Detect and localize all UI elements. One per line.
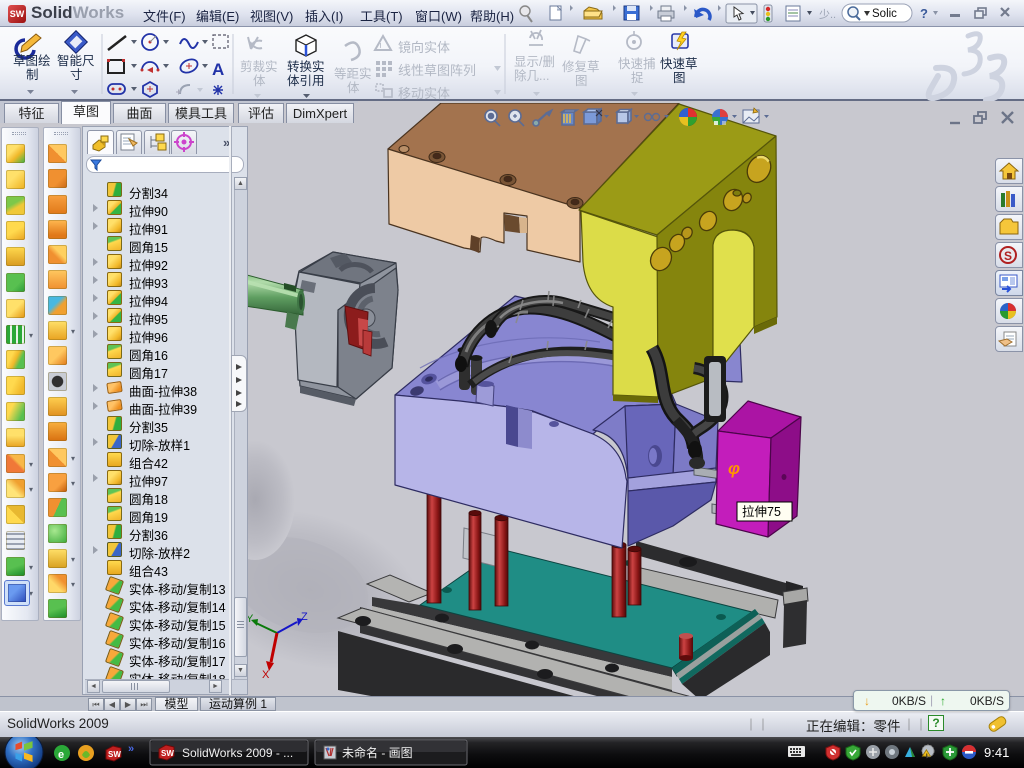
svg-text:快速草: 快速草 [660,57,698,71]
svg-text:?: ? [920,6,928,21]
svg-text:未命名 - 画图: 未命名 - 画图 [342,745,413,760]
svg-text:图: 图 [673,71,686,85]
svg-text:显示/删: 显示/删 [514,55,555,69]
svg-text:草图绘: 草图绘 [13,53,51,68]
svg-text:图: 图 [575,74,588,88]
svg-text:转换实: 转换实 [287,59,325,74]
svg-text:!: ! [926,754,928,761]
svg-text:9:41: 9:41 [984,745,1009,760]
svg-text:捉: 捉 [631,70,644,85]
svg-text:修复草: 修复草 [562,59,600,74]
svg-text:剪裁实: 剪裁实 [240,59,278,74]
svg-text:等距实: 等距实 [334,66,372,81]
svg-text:SolidWorks 2009 - ...: SolidWorks 2009 - ... [182,746,293,760]
svg-text:X: X [262,669,270,681]
svg-text:镜向实体: 镜向实体 [398,40,450,55]
svg-text:少..: 少.. [819,8,836,21]
svg-text:体: 体 [347,81,360,95]
svg-text:!: ! [379,42,382,53]
svg-text:智能尺: 智能尺 [57,53,95,68]
svg-text:Solic: Solic [872,8,897,20]
svg-text:SW: SW [108,750,121,759]
svg-text:Z: Z [301,611,308,623]
svg-text:e: e [58,749,64,761]
svg-text:寸: 寸 [70,68,83,82]
svg-text:制: 制 [26,68,39,82]
svg-text:体引用: 体引用 [287,74,325,88]
svg-text:移动实体: 移动实体 [398,86,450,101]
svg-text:φ: φ [728,459,740,478]
svg-text:线性草图阵列: 线性草图阵列 [398,63,476,78]
svg-text:A: A [212,60,224,79]
svg-text:快速捕: 快速捕 [618,56,656,71]
svg-text:»: » [128,743,134,755]
svg-text:SW: SW [161,749,174,758]
svg-text:拉伸75: 拉伸75 [742,504,781,519]
svg-text:除几...: 除几... [514,68,549,83]
svg-text:体: 体 [253,74,266,88]
